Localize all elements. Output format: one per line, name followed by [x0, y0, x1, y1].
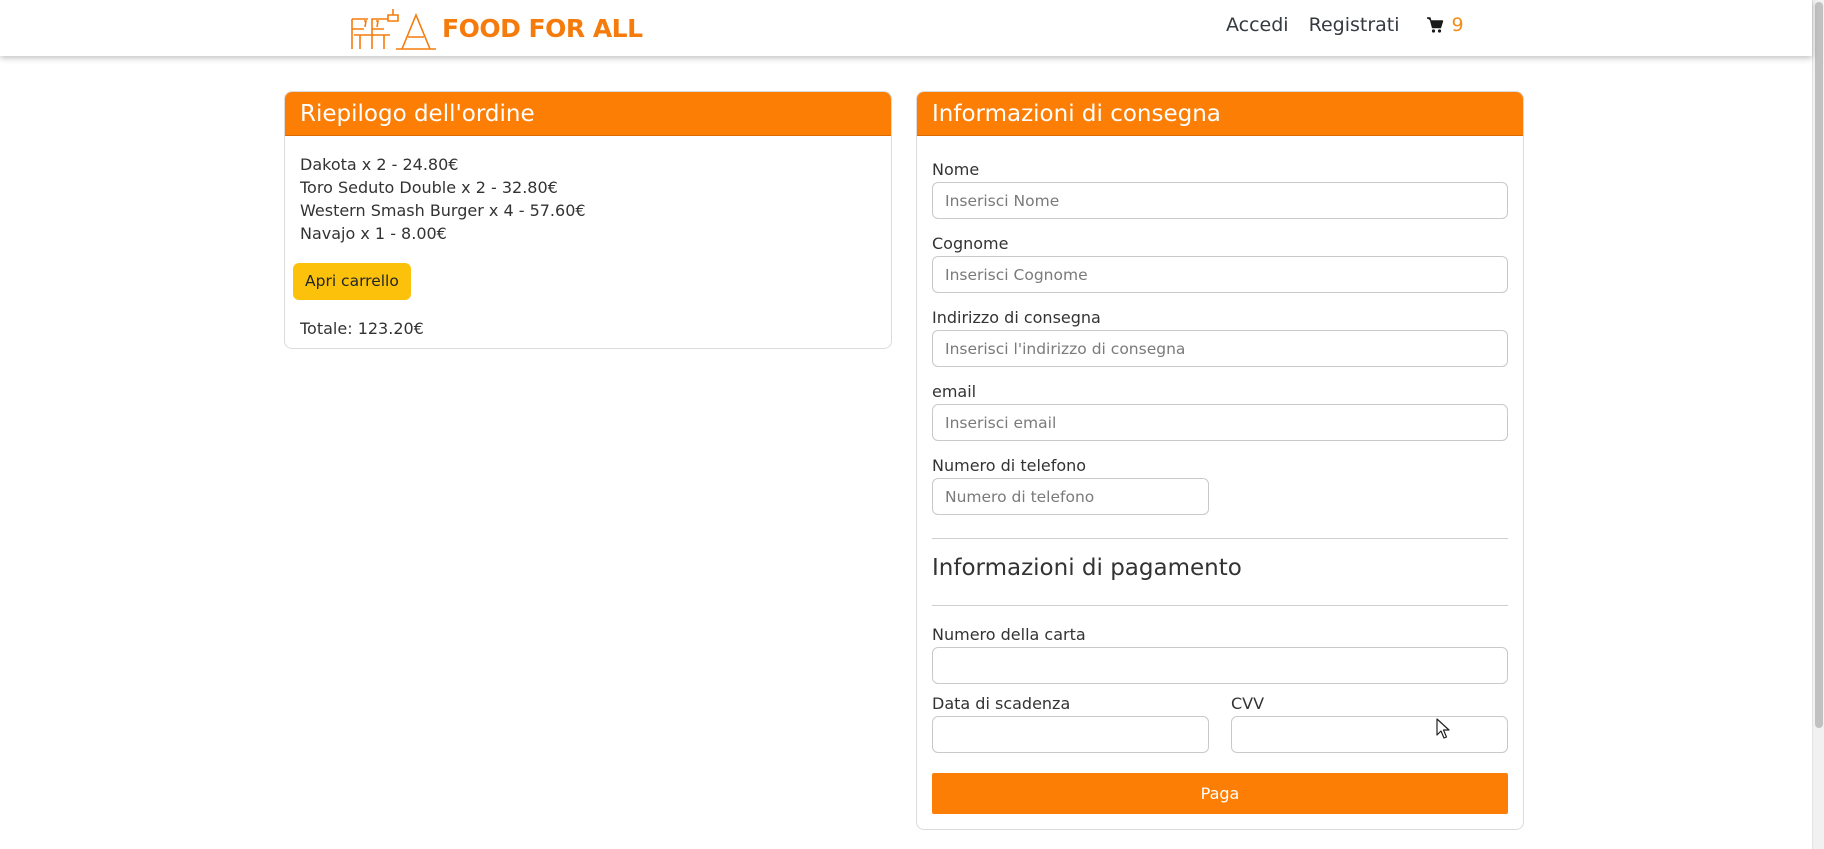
email-input[interactable]: [932, 404, 1508, 441]
brand-name: FOOD FOR ALL: [442, 13, 643, 43]
delivery-title: Informazioni di consegna: [917, 92, 1523, 136]
divider: [932, 538, 1508, 539]
name-label: Nome: [932, 160, 980, 179]
mouse-cursor-icon: [1436, 718, 1450, 739]
brand-link[interactable]: FOOD FOR ALL: [350, 5, 643, 51]
order-total: Totale: 123.20€: [300, 319, 424, 338]
login-link[interactable]: Accedi: [1226, 14, 1289, 36]
open-cart-button[interactable]: Apri carrello: [293, 263, 411, 300]
order-summary-body: Dakota x 2 - 24.80€ Toro Seduto Double x…: [285, 136, 891, 348]
order-item: Western Smash Burger x 4 - 57.60€: [300, 201, 586, 220]
card-number-label: Numero della carta: [932, 625, 1086, 644]
phone-input[interactable]: [932, 478, 1209, 515]
page-scrollbar[interactable]: [1812, 0, 1824, 849]
food-for-all-logo: [351, 9, 436, 50]
address-input[interactable]: [932, 330, 1508, 367]
expiry-label: Data di scadenza: [932, 694, 1071, 713]
register-link[interactable]: Registrati: [1309, 14, 1400, 36]
order-summary-title: Riepilogo dell'ordine: [285, 92, 891, 136]
card-number-input[interactable]: [932, 647, 1508, 684]
surname-label: Cognome: [932, 234, 1009, 253]
nav-links: Accedi Registrati 9: [1226, 14, 1464, 36]
shopping-cart-icon: [1426, 17, 1443, 33]
cart-count: 9: [1451, 14, 1464, 36]
surname-input[interactable]: [932, 256, 1508, 293]
cvv-input[interactable]: [1231, 716, 1508, 753]
order-item: Navajo x 1 - 8.00€: [300, 224, 447, 243]
scrollbar-thumb[interactable]: [1815, 2, 1823, 728]
expiry-input[interactable]: [932, 716, 1209, 753]
divider: [932, 605, 1508, 606]
name-input[interactable]: [932, 182, 1508, 219]
email-label: email: [932, 382, 977, 401]
phone-label: Numero di telefono: [932, 456, 1087, 475]
pay-button[interactable]: Paga: [932, 773, 1508, 814]
cart-link[interactable]: 9: [1426, 14, 1464, 36]
cvv-label: CVV: [1231, 694, 1265, 713]
order-item: Dakota x 2 - 24.80€: [300, 155, 459, 174]
navbar: FOOD FOR ALL Accedi Registrati 9: [0, 0, 1812, 56]
delivery-card: Informazioni di consegna Nome Cognome In…: [916, 91, 1524, 830]
payment-title: Informazioni di pagamento: [932, 555, 1242, 581]
address-label: Indirizzo di consegna: [932, 308, 1101, 327]
order-summary-card: Riepilogo dell'ordine Dakota x 2 - 24.80…: [284, 91, 892, 349]
order-item: Toro Seduto Double x 2 - 32.80€: [300, 178, 558, 197]
order-list: Dakota x 2 - 24.80€ Toro Seduto Double x…: [300, 153, 876, 245]
